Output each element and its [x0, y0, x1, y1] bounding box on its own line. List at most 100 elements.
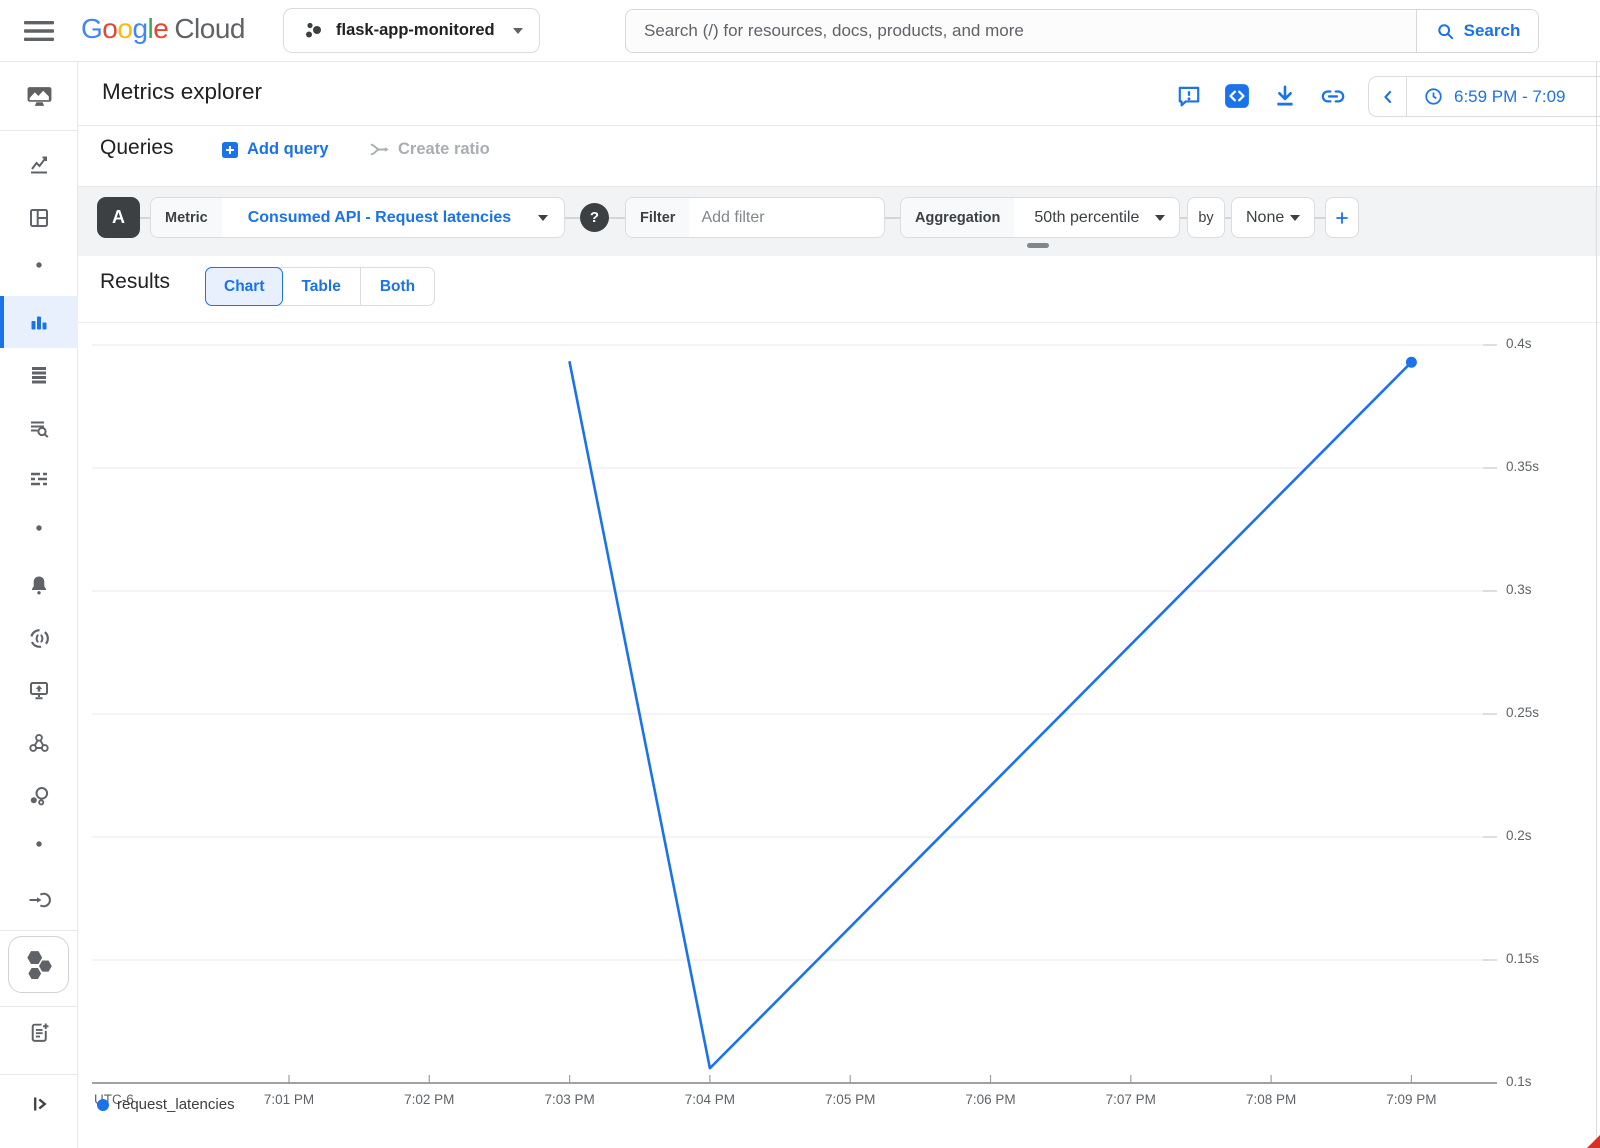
project-icon — [302, 20, 324, 42]
aggregation-value[interactable]: 50th percentile — [1034, 209, 1139, 227]
chevron-left-icon — [1378, 87, 1398, 107]
header-divider — [78, 125, 1600, 126]
tab-table[interactable]: Table — [282, 268, 360, 305]
x-axis-tick-label: 7:02 PM — [404, 1092, 454, 1107]
expand-panel-button[interactable] — [0, 1080, 78, 1128]
code-editor-icon[interactable] — [1224, 83, 1250, 109]
sidebar-item-uptime-checks[interactable] — [0, 666, 78, 714]
group-by-value[interactable]: None — [1246, 209, 1284, 227]
add-query-label: Add query — [247, 140, 329, 159]
download-icon[interactable] — [1272, 83, 1298, 109]
legend-item[interactable]: request_latencies — [97, 1096, 235, 1113]
tab-chart[interactable]: Chart — [205, 267, 283, 306]
sidebar-item-collapsed-dot — [0, 827, 78, 861]
panel-right-border — [1596, 62, 1597, 1148]
sidebar-item-overview[interactable] — [0, 141, 78, 189]
document-plus-icon — [27, 1020, 52, 1045]
page-title: Metrics explorer — [102, 79, 262, 105]
metric-help-button[interactable]: ? — [580, 203, 609, 232]
chevron-down-icon — [1290, 215, 1300, 221]
metric-selector[interactable]: Metric Consumed API - Request latencies — [150, 197, 565, 238]
top-bar: GoogleCloud flask-app-monitored Search — [0, 0, 1600, 62]
side-nav — [0, 62, 78, 1148]
latency-line-chart[interactable] — [92, 322, 1497, 1088]
sidebar-item-services[interactable] — [0, 719, 78, 767]
dot-icon — [35, 840, 43, 848]
link-icon[interactable] — [1320, 83, 1346, 109]
connector-line — [609, 217, 625, 219]
y-axis-tick-label: 0.35s — [1506, 459, 1539, 474]
add-icon — [222, 142, 238, 158]
sidebar-item-collapsed-dot — [0, 511, 78, 545]
logo-letter: o — [102, 13, 117, 44]
aggregation-selector[interactable]: Aggregation 50th percentile — [900, 197, 1180, 238]
chevron-down-icon — [538, 215, 548, 221]
sidebar-item-metrics-list[interactable] — [0, 350, 78, 398]
sidebar-divider — [0, 1074, 78, 1075]
filter-field[interactable]: Filter — [625, 197, 885, 238]
search-button[interactable]: Search — [1416, 10, 1538, 52]
x-axis-tick-label: 7:05 PM — [825, 1092, 875, 1107]
y-axis-tick-label: 0.4s — [1506, 336, 1532, 351]
sidebar-item-managed-prometheus[interactable] — [0, 614, 78, 662]
tab-both[interactable]: Both — [361, 268, 434, 305]
query-letter-badge[interactable]: A — [97, 197, 140, 238]
monitoring-logo-icon — [26, 84, 53, 109]
chevron-down-icon — [1155, 215, 1165, 221]
filter-label: Filter — [626, 198, 689, 237]
time-range-value-area[interactable]: 6:59 PM - 7:09 — [1423, 86, 1566, 107]
metric-value[interactable]: Consumed API - Request latencies — [248, 209, 511, 227]
add-aggregation-button[interactable] — [1325, 197, 1359, 238]
sidebar-item-trace[interactable] — [0, 455, 78, 503]
sidebar-divider — [0, 130, 78, 131]
sidebar-item-dashboards[interactable] — [0, 194, 78, 242]
results-heading: Results — [100, 270, 170, 294]
x-axis-tick-label: 7:08 PM — [1246, 1092, 1296, 1107]
add-query-button[interactable]: Add query — [222, 140, 329, 159]
aggregation-label: Aggregation — [901, 198, 1014, 237]
search-input[interactable] — [626, 10, 1416, 52]
connector-line — [1180, 217, 1187, 219]
collapse-time-panel-button[interactable] — [1369, 76, 1407, 117]
filter-input[interactable] — [689, 209, 839, 227]
logo-cloud-text: Cloud — [174, 13, 245, 44]
x-axis-tick-label: 7:09 PM — [1386, 1092, 1436, 1107]
x-axis-tick-label: 7:04 PM — [685, 1092, 735, 1107]
logo-letter: G — [81, 13, 102, 44]
feedback-icon[interactable] — [1176, 83, 1202, 109]
dot-icon — [35, 524, 43, 532]
menu-icon[interactable] — [22, 18, 56, 44]
sidebar-item-kubernetes-engine[interactable] — [8, 936, 69, 993]
sidebar-item-metrics-explorer[interactable] — [0, 298, 78, 346]
panel-resize-handle[interactable] — [1027, 243, 1049, 248]
x-axis-tick-label: 7:01 PM — [264, 1092, 314, 1107]
group-by-selector[interactable]: None — [1231, 197, 1315, 238]
x-axis-labels: 7:01 PM7:02 PM7:03 PM7:04 PM7:05 PM7:06 … — [0, 1092, 1600, 1110]
sidebar-item-integrations[interactable] — [0, 876, 78, 924]
queries-heading: Queries — [100, 136, 174, 160]
create-ratio-button[interactable]: Create ratio — [368, 138, 490, 161]
legend-color-dot — [97, 1099, 109, 1111]
logo-letter: o — [117, 13, 132, 44]
project-selector[interactable]: flask-app-monitored — [283, 8, 540, 53]
project-name: flask-app-monitored — [336, 21, 495, 40]
search-button-label: Search — [1464, 21, 1521, 41]
code-circle-icon — [27, 626, 52, 651]
log-search-icon — [27, 416, 51, 440]
search-bar: Search — [625, 9, 1539, 53]
corner-notification-mark — [1587, 1135, 1600, 1148]
bar-chart-icon — [27, 310, 51, 334]
connector-line — [1315, 217, 1325, 219]
time-range-selector[interactable]: 6:59 PM - 7:09 — [1368, 76, 1600, 117]
sidebar-item-release-notes[interactable] — [0, 1008, 78, 1056]
create-ratio-label: Create ratio — [398, 140, 490, 159]
sidebar-item-groups[interactable] — [0, 772, 78, 820]
y-axis-tick-label: 0.25s — [1506, 705, 1539, 720]
legend-series-label: request_latencies — [117, 1096, 235, 1113]
google-cloud-logo: GoogleCloud — [81, 13, 245, 45]
sidebar-item-alerting[interactable] — [0, 561, 78, 609]
sidebar-item-monitoring-home[interactable] — [0, 72, 78, 120]
sidebar-item-logs-explorer[interactable] — [0, 404, 78, 452]
search-icon — [1435, 21, 1456, 42]
results-view-toggle: Chart Table Both — [205, 267, 435, 306]
